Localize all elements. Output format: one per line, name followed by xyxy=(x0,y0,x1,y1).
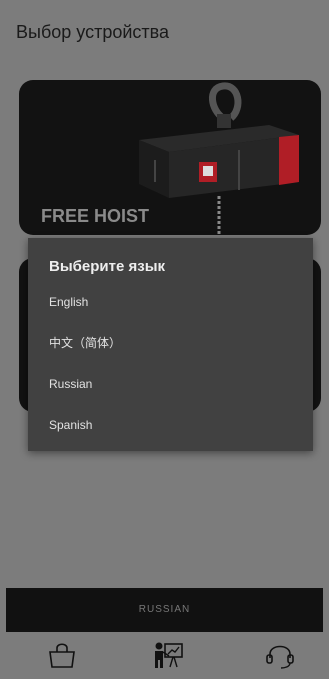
language-dialog: Выберите язык English 中文（简体） Russian Spa… xyxy=(28,238,313,451)
hoist-image xyxy=(139,82,299,235)
page-title: Выбор устройства xyxy=(16,22,170,42)
presentation-icon xyxy=(155,642,183,668)
language-option-english[interactable]: English xyxy=(28,282,313,322)
nav-shop-button[interactable] xyxy=(44,640,80,670)
language-bar[interactable]: RUSSIAN xyxy=(6,588,323,632)
language-option-spanish[interactable]: Spanish xyxy=(28,405,313,445)
bottom-navigation xyxy=(6,632,323,679)
dialog-title: Выберите язык xyxy=(49,258,166,275)
device-card-free-hoist[interactable]: FREE HOIST xyxy=(19,80,321,235)
language-option-chinese[interactable]: 中文（简体） xyxy=(28,323,313,363)
shopping-bag-icon xyxy=(49,643,75,668)
nav-devices-button[interactable] xyxy=(150,640,186,670)
nav-support-button[interactable] xyxy=(262,640,298,670)
device-label: FREE HOIST xyxy=(41,206,150,226)
headset-icon xyxy=(266,645,294,669)
language-option-russian[interactable]: Russian xyxy=(28,364,313,404)
